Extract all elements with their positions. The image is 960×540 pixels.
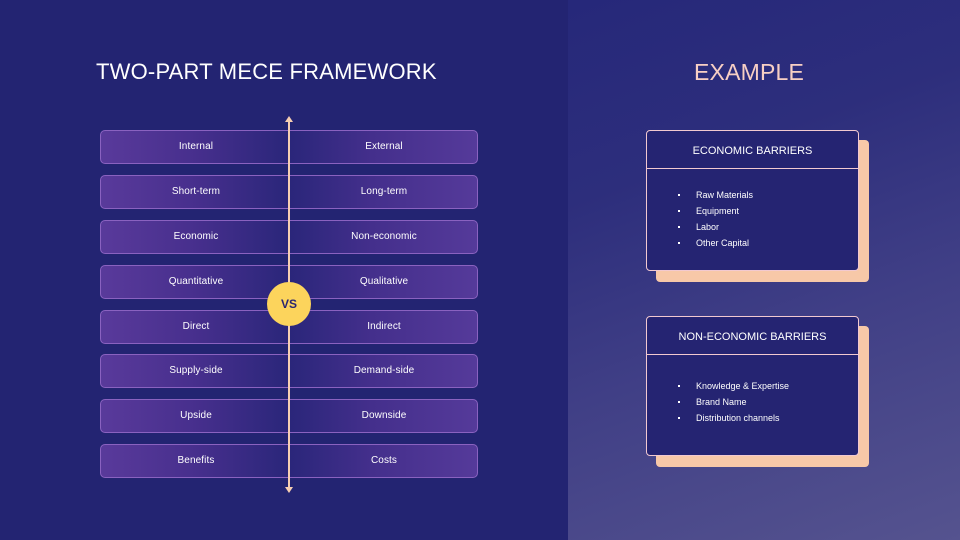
row-right-label: Costs <box>370 455 398 466</box>
list-item-text: Other Capital <box>696 238 750 248</box>
row-left-label: Supply-side <box>169 365 223 376</box>
row-right-label: Non-economic <box>351 231 417 242</box>
row-left-label: Upside <box>180 410 212 421</box>
row-right-label: Demand-side <box>353 365 415 376</box>
list-item: Brand Name <box>647 394 858 410</box>
list-item: Knowledge & Expertise <box>647 378 858 394</box>
row-right-label: External <box>365 141 403 152</box>
row-left-label: Direct <box>182 321 210 332</box>
row-right-label: Long-term <box>360 186 408 197</box>
bullet-icon <box>678 385 680 387</box>
list-item: Distribution channels <box>647 410 858 426</box>
list-item-text: Knowledge & Expertise <box>696 381 790 391</box>
row-right-label: Indirect <box>367 321 401 332</box>
card-bullet-list: Raw Materials Equipment Labor Other Capi… <box>647 169 858 251</box>
arrow-down-icon <box>285 487 293 493</box>
list-item-text: Labor <box>696 222 720 232</box>
bullet-icon <box>678 194 680 196</box>
row-left-label: Benefits <box>177 455 215 466</box>
row-right-label: Downside <box>361 410 407 421</box>
card-bullet-list: Knowledge & Expertise Brand Name Distrib… <box>647 355 858 426</box>
vs-badge: VS <box>267 282 311 326</box>
list-item-text: Equipment <box>696 206 740 216</box>
list-item: Raw Materials <box>647 187 858 203</box>
list-item: Other Capital <box>647 235 858 251</box>
economic-barriers-card: ECONOMIC BARRIERS Raw Materials Equipmen… <box>646 130 859 271</box>
list-item: Labor <box>647 219 858 235</box>
bullet-icon <box>678 417 680 419</box>
card-header: NON-ECONOMIC BARRIERS <box>647 317 858 355</box>
bullet-icon <box>678 401 680 403</box>
bullet-icon <box>678 210 680 212</box>
card-header: ECONOMIC BARRIERS <box>647 131 858 169</box>
list-item-text: Distribution channels <box>696 413 780 423</box>
row-right-label: Qualitative <box>359 276 409 287</box>
row-left-label: Quantitative <box>168 276 224 287</box>
non-economic-barriers-card: NON-ECONOMIC BARRIERS Knowledge & Expert… <box>646 316 859 456</box>
example-title: EXAMPLE <box>694 59 805 85</box>
row-left-label: Economic <box>173 231 219 242</box>
row-left-label: Internal <box>178 141 214 152</box>
row-left-label: Short-term <box>171 186 221 197</box>
bullet-icon <box>678 226 680 228</box>
framework-title: TWO-PART MECE FRAMEWORK <box>96 59 437 84</box>
arrow-up-icon <box>285 116 293 122</box>
list-item-text: Brand Name <box>696 397 747 407</box>
list-item: Equipment <box>647 203 858 219</box>
bullet-icon <box>678 242 680 244</box>
list-item-text: Raw Materials <box>696 190 754 200</box>
